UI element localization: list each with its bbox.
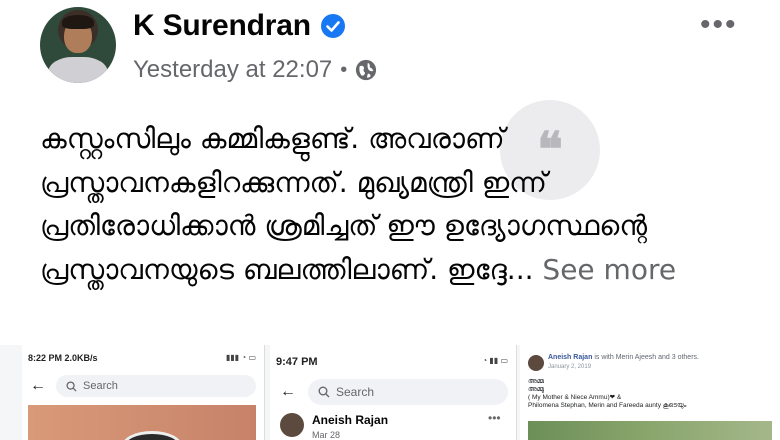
status-icons: ▮▮▮ ◔ ▭ (225, 353, 256, 362)
post-text: കസ്റ്റംസിലും കമ്മികളുണ്ട്. അവരാണ് പ്രസ്ത… (40, 117, 740, 291)
author-row: K Surendran (133, 9, 345, 43)
attached-image-right[interactable]: Aneish Rajan is with Merin Ajeesh and 3 … (520, 345, 780, 440)
post-timestamp[interactable]: Yesterday at 22:07 (133, 56, 332, 84)
attached-images[interactable]: 8:22 PM 2.0KB/s ▮▮▮ ◔ ▭ ← Search 9:47 PM… (0, 345, 780, 440)
search-bar: Search (56, 375, 256, 397)
search-icon (66, 380, 77, 392)
post-date: January 2, 2019 (548, 364, 592, 370)
status-time: 8:22 PM 2.0KB/s (28, 353, 98, 363)
back-arrow-icon: ← (30, 377, 46, 394)
verified-badge-icon (320, 14, 345, 38)
profile-avatar (280, 413, 304, 437)
attached-image-left[interactable]: 8:22 PM 2.0KB/s ▮▮▮ ◔ ▭ ← Search (22, 345, 265, 440)
profile-date: Mar 28 (312, 430, 341, 440)
back-arrow-icon: ← (280, 383, 296, 400)
post-header: Aneish Rajan is with Merin Ajeesh and 3 … (548, 354, 699, 361)
profile-name: Aneish Rajan (312, 413, 389, 427)
author-avatar[interactable] (40, 7, 116, 83)
see-more-link[interactable]: See more (542, 253, 676, 286)
search-bar: Search (308, 379, 508, 405)
search-placeholder: Search (83, 380, 118, 392)
status-icons: ◔ ▮▮ ▭ (482, 356, 508, 365)
avatar-shirt (48, 57, 108, 83)
post-meta: Yesterday at 22:07 • (133, 56, 377, 84)
author-name[interactable]: K Surendran (133, 9, 311, 43)
meta-separator: • (340, 58, 348, 81)
status-time: 9:47 PM (276, 356, 318, 368)
globe-icon[interactable] (355, 59, 377, 81)
more-options-icon: ••• (488, 411, 501, 425)
attached-image-middle[interactable]: 9:47 PM ◔ ▮▮ ▭ ← Search Aneish Rajan Mar… (270, 345, 517, 440)
more-options-icon[interactable]: ••• (700, 8, 738, 42)
search-icon (318, 386, 330, 398)
search-placeholder: Search (336, 385, 375, 399)
avatar-hair (62, 15, 94, 29)
post-text: അമ്മ അമ്മു ( My Mother & Niece Ammu)❤ & … (528, 378, 687, 409)
author-avatar (528, 355, 544, 371)
post-card: K Surendran Yesterday at 22:07 • ••• ❝ ക… (0, 0, 780, 440)
post-photo (528, 421, 772, 440)
